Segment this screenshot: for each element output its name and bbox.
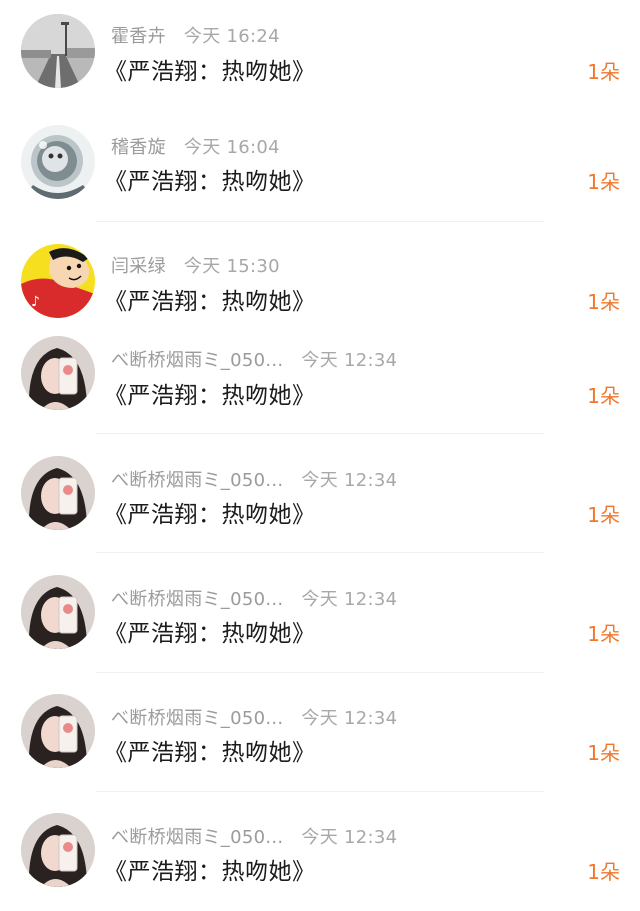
gift-count: 1朵 [587, 741, 620, 765]
timestamp: 今天 16:24 [183, 26, 280, 47]
girl-selfie-icon [21, 575, 95, 649]
gift-count: 1朵 [587, 170, 620, 194]
girl-selfie-icon [21, 813, 95, 887]
girl-selfie-icon [21, 456, 95, 530]
gift-title: 《严浩翔：热吻她》 [104, 502, 316, 528]
sender-name[interactable]: べ断桥烟雨ミ_050... [111, 346, 283, 372]
astronaut-helmet-icon [21, 125, 95, 199]
gift-meta: 霍香卉 今天 16:24 [111, 22, 280, 48]
gift-meta: べ断桥烟雨ミ_050... 今天 12:34 [111, 585, 397, 611]
timestamp: 今天 12:34 [301, 470, 398, 491]
gift-title: 《严浩翔：热吻她》 [104, 740, 316, 766]
timestamp: 今天 12:34 [301, 708, 398, 729]
divider [96, 221, 544, 222]
list-item[interactable]: べ断桥烟雨ミ_050... 今天 12:34 《严浩翔：热吻她》 1朵 [0, 334, 640, 434]
gift-title: 《严浩翔：热吻她》 [104, 383, 316, 409]
timestamp: 今天 12:34 [301, 589, 398, 610]
avatar[interactable] [21, 336, 95, 410]
list-item[interactable]: べ断桥烟雨ミ_050... 今天 12:34 《严浩翔：热吻她》 1朵 [0, 454, 640, 554]
avatar[interactable] [21, 125, 95, 199]
list-item[interactable]: ♪ 闫采绿 今天 15:30 《严浩翔：热吻她》 1朵 [0, 240, 640, 340]
gift-count: 1朵 [587, 384, 620, 408]
gift-meta: べ断桥烟雨ミ_050... 今天 12:34 [111, 704, 397, 730]
gift-count: 1朵 [587, 60, 620, 84]
avatar[interactable]: ♪ [21, 244, 95, 318]
gift-count: 1朵 [587, 290, 620, 314]
avatar[interactable] [21, 694, 95, 768]
svg-text:♪: ♪ [31, 294, 40, 310]
avatar[interactable] [21, 456, 95, 530]
gift-count: 1朵 [587, 860, 620, 884]
gift-title: 《严浩翔：热吻她》 [104, 169, 316, 195]
sender-name[interactable]: 闫采绿 [111, 252, 166, 278]
sender-name[interactable]: 霍香卉 [111, 22, 166, 48]
gift-meta: 稽香旋 今天 16:04 [111, 133, 280, 159]
timestamp: 今天 12:34 [301, 350, 398, 371]
timestamp: 今天 16:04 [183, 137, 280, 158]
list-item[interactable]: べ断桥烟雨ミ_050... 今天 12:34 《严浩翔：热吻她》 1朵 [0, 692, 640, 792]
divider [96, 672, 544, 673]
divider [96, 791, 544, 792]
cartoon-character-icon: ♪ [21, 244, 95, 318]
sender-name[interactable]: べ断桥烟雨ミ_050... [111, 704, 283, 730]
divider [96, 433, 544, 434]
girl-selfie-icon [21, 694, 95, 768]
gift-title: 《严浩翔：热吻她》 [104, 59, 316, 85]
list-item[interactable]: べ断桥烟雨ミ_050... 今天 12:34 《严浩翔：热吻她》 1朵 [0, 811, 640, 911]
list-item[interactable]: 霍香卉 今天 16:24 《严浩翔：热吻她》 1朵 [0, 0, 640, 100]
road-photo-icon [21, 14, 95, 88]
timestamp: 今天 15:30 [183, 256, 280, 277]
list-item[interactable]: べ断桥烟雨ミ_050... 今天 12:34 《严浩翔：热吻她》 1朵 [0, 573, 640, 673]
gift-meta: 闫采绿 今天 15:30 [111, 252, 280, 278]
gift-meta: べ断桥烟雨ミ_050... 今天 12:34 [111, 346, 397, 372]
gift-title: 《严浩翔：热吻她》 [104, 621, 316, 647]
sender-name[interactable]: べ断桥烟雨ミ_050... [111, 466, 283, 492]
timestamp: 今天 12:34 [301, 827, 398, 848]
gift-count: 1朵 [587, 503, 620, 527]
girl-selfie-icon [21, 336, 95, 410]
avatar[interactable] [21, 14, 95, 88]
gift-count: 1朵 [587, 622, 620, 646]
list-item[interactable]: 稽香旋 今天 16:04 《严浩翔：热吻她》 1朵 [0, 120, 640, 220]
gift-meta: べ断桥烟雨ミ_050... 今天 12:34 [111, 823, 397, 849]
avatar[interactable] [21, 575, 95, 649]
sender-name[interactable]: べ断桥烟雨ミ_050... [111, 823, 283, 849]
gift-title: 《严浩翔：热吻她》 [104, 289, 316, 315]
sender-name[interactable]: 稽香旋 [111, 133, 166, 159]
avatar[interactable] [21, 813, 95, 887]
divider [96, 552, 544, 553]
gift-title: 《严浩翔：热吻她》 [104, 859, 316, 885]
sender-name[interactable]: べ断桥烟雨ミ_050... [111, 585, 283, 611]
gift-meta: べ断桥烟雨ミ_050... 今天 12:34 [111, 466, 397, 492]
